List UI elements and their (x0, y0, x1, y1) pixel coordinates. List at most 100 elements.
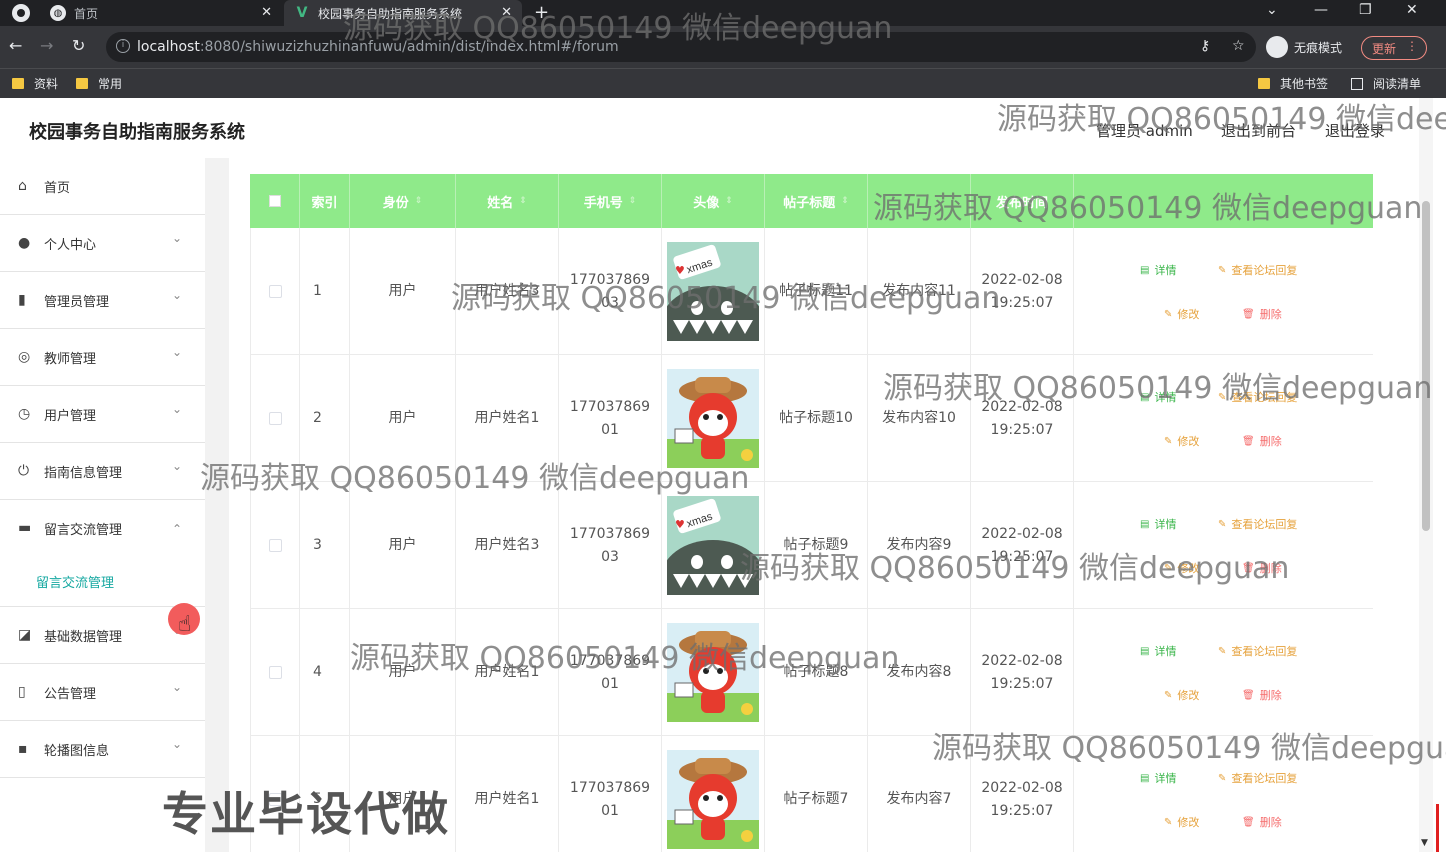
cell-text: 用户 (389, 280, 417, 303)
incognito-indicator[interactable]: 无痕模式 (1266, 34, 1342, 60)
close-icon[interactable]: ✕ (261, 5, 272, 20)
sort-icon[interactable]: ⇕ (841, 196, 849, 206)
detail-label: 详情 (1154, 264, 1177, 277)
star-icon[interactable]: ☆ (1232, 38, 1245, 54)
edit-icon: ✎ (1164, 816, 1173, 828)
view-replies-button[interactable]: ✎ 查看论坛回复 (1218, 770, 1297, 786)
detail-button[interactable]: ▤ 详情 (1140, 770, 1176, 786)
view-replies-button[interactable]: ✎ 查看论坛回复 (1218, 516, 1297, 532)
scroll-down-arrow[interactable]: ▼ (1421, 838, 1428, 848)
bookmark-folder[interactable]: 资料 (12, 75, 58, 92)
delete-label: 删除 (1259, 308, 1282, 321)
delete-button[interactable]: 🗑 删除 (1242, 687, 1282, 703)
sidebar-item-label: 首页 (44, 181, 71, 196)
row-actions: ▤ 详情 ✎ 查看论坛回复 ✎ 修改 🗑 删除 (1073, 609, 1373, 736)
sort-icon[interactable]: ⇕ (519, 196, 527, 206)
update-button[interactable]: 更新 ⋮ (1361, 36, 1427, 60)
sidebar-item-carousel[interactable]: ▪ 轮播图信息 ⌄ (0, 721, 205, 778)
detail-button[interactable]: ▤ 详情 (1140, 262, 1176, 278)
sidebar-item-user-management[interactable]: ◷ 用户管理 ⌄ (0, 386, 205, 443)
column-header-title[interactable]: 帖子标题 ⇕ (765, 174, 868, 228)
delete-button[interactable]: 🗑 删除 (1242, 433, 1282, 449)
key-icon[interactable]: ⚷ (1200, 38, 1210, 54)
cell-text-line: 03 (601, 548, 619, 565)
minimize-button[interactable]: — (1314, 2, 1328, 18)
sort-icon[interactable]: ⇕ (725, 196, 733, 206)
sort-icon[interactable]: ⇕ (415, 196, 423, 206)
delete-button[interactable]: 🗑 删除 (1242, 814, 1282, 830)
tab-search-icon[interactable]: ⌄ (1266, 2, 1278, 18)
avatar[interactable] (667, 750, 759, 849)
close-window-button[interactable]: ✕ (1406, 2, 1418, 18)
sidebar-item-label: 基础数据管理 (44, 630, 123, 645)
sidebar-item-teacher-management[interactable]: ◎ 教师管理 ⌄ (0, 329, 205, 386)
sidebar-item-personal-center[interactable]: ● 个人中心 ⌄ (0, 215, 205, 272)
bookmark-folder[interactable]: 常用 (76, 75, 122, 92)
index-cell: 4 (300, 609, 350, 736)
edit-button[interactable]: ✎ 修改 (1164, 306, 1199, 322)
detail-label: 详情 (1154, 518, 1177, 531)
trend-icon: ◪ (18, 627, 32, 643)
column-header-index[interactable]: 索引 (300, 174, 350, 228)
cell-text: 2022-02-08 19:25:07 (981, 777, 1062, 823)
watermark-text: 源码获取 QQ86050149 微信deepguan (997, 102, 1446, 137)
select-all-checkbox[interactable] (250, 174, 300, 228)
forward-button[interactable]: → (40, 36, 53, 55)
power-icon: ⏻ (18, 463, 30, 479)
browser-tab-home[interactable]: ◍ 首页 ✕ (40, 0, 282, 26)
sidebar-item-admin-management[interactable]: ▮ 管理员管理 ⌄ (0, 272, 205, 329)
row-checkbox[interactable] (268, 412, 282, 425)
edit-button[interactable]: ✎ 修改 (1164, 687, 1199, 703)
title-cell: 帖子标题7 (765, 736, 868, 852)
column-header-phone[interactable]: 手机号 ⇕ (559, 174, 662, 228)
edit-button[interactable]: ✎ 修改 (1164, 814, 1199, 830)
document-icon: ▤ (1140, 518, 1150, 530)
reload-button[interactable]: ↻ (72, 36, 85, 55)
watermark-text: 源码获取 QQ86050149 微信deepguan (350, 641, 900, 676)
column-header-role[interactable]: 身份 ⇕ (350, 174, 456, 228)
sidebar-item-message-management[interactable]: ▬ 留言交流管理 ⌃ (0, 500, 205, 557)
detail-button[interactable]: ▤ 详情 (1140, 516, 1176, 532)
sidebar-item-home[interactable]: ⌂ 首页 (0, 158, 205, 215)
home-icon: ⌂ (18, 178, 27, 194)
trash-icon: 🗑 (1242, 435, 1255, 447)
column-header-avatar[interactable]: 头像 ⇕ (662, 174, 765, 228)
row-checkbox[interactable] (268, 285, 282, 298)
view-replies-button[interactable]: ✎ 查看论坛回复 (1218, 262, 1297, 278)
checkbox[interactable] (268, 195, 281, 207)
chevron-down-icon: ⌄ (172, 737, 183, 751)
edit-label: 修改 (1177, 435, 1200, 448)
sidebar-item-notice-management[interactable]: ▯ 公告管理 ⌄ (0, 664, 205, 721)
reading-list-icon (1351, 77, 1363, 90)
cell-text: 用户姓名1 (475, 788, 540, 811)
edit-icon: ✎ (1164, 689, 1173, 701)
chrome-logo-icon[interactable] (12, 4, 30, 22)
chevron-down-icon: ⌄ (172, 345, 183, 359)
time-cell: 2022-02-08 19:25:07 (971, 609, 1074, 736)
row-checkbox[interactable] (268, 666, 282, 679)
delete-button[interactable]: 🗑 删除 (1242, 306, 1282, 322)
watermark-text: 源码获取 QQ86050149 微信deepguan (343, 11, 893, 46)
view-replies-button[interactable]: ✎ 查看论坛回复 (1218, 643, 1297, 659)
sidebar-item-guide-management[interactable]: ⏻ 指南信息管理 ⌄ (0, 443, 205, 500)
detail-button[interactable]: ▤ 详情 (1140, 643, 1176, 659)
reading-list[interactable]: 阅读清单 (1351, 75, 1421, 92)
view-replies-label: 查看论坛回复 (1231, 264, 1298, 277)
info-icon[interactable]: i (116, 39, 130, 53)
cell-text-line: 1 (313, 283, 322, 299)
sort-icon[interactable]: ⇕ (629, 196, 637, 206)
edit-button[interactable]: ✎ 修改 (1164, 433, 1199, 449)
other-bookmarks[interactable]: 其他书签 (1258, 75, 1328, 92)
edit-icon: ✎ (1218, 645, 1227, 657)
back-button[interactable]: ← (9, 36, 22, 55)
watermark-text: 源码获取 QQ86050149 微信deepguan (883, 371, 1433, 406)
cell-text-line: 177037869 (569, 398, 651, 415)
row-checkbox-cell (250, 482, 300, 609)
row-checkbox[interactable] (268, 539, 282, 552)
name-cell: 用户姓名1 (456, 736, 559, 852)
submenu-item-message-management[interactable]: 留言交流管理 (0, 557, 205, 607)
cell-text-line: 01 (601, 802, 619, 819)
column-header-name[interactable]: 姓名 ⇕ (456, 174, 559, 228)
update-label: 更新 (1372, 41, 1397, 56)
restore-button[interactable]: ❐ (1359, 2, 1372, 18)
